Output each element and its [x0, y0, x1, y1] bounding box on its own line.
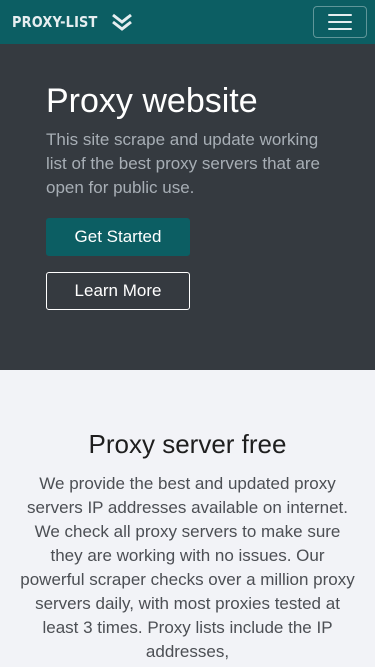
about-section: Proxy server free We provide the best an… — [0, 370, 375, 664]
brand-logo[interactable]: PROXY-LIST — [12, 13, 133, 31]
section-body: We provide the best and updated proxy se… — [20, 474, 355, 661]
get-started-button[interactable]: Get Started — [46, 218, 190, 256]
hamburger-icon-bar — [328, 28, 352, 30]
double-chevron-down-icon — [112, 13, 133, 31]
hero-title: Proxy website — [46, 82, 258, 120]
hamburger-icon-bar — [328, 14, 352, 16]
section-heading: Proxy server free — [88, 429, 287, 459]
hamburger-icon-bar — [328, 21, 352, 23]
brand-text: PROXY-LIST — [12, 13, 98, 31]
menu-toggle-button[interactable] — [313, 6, 367, 38]
navbar: PROXY-LIST — [0, 0, 375, 44]
learn-more-button[interactable]: Learn More — [46, 272, 190, 310]
hero-section: Proxy website This site scrape and updat… — [0, 44, 375, 370]
hero-description: This site scrape and update working list… — [46, 130, 321, 197]
